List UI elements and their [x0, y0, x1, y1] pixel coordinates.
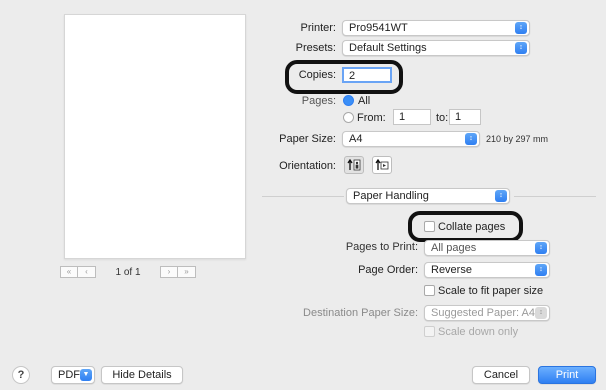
printer-popup[interactable]: Pro9541WT ↕ — [342, 20, 530, 36]
page-indicator: 1 of 1 — [115, 266, 141, 278]
orientation-label: Orientation: — [279, 160, 336, 172]
chevron-updown-icon: ↕ — [495, 190, 507, 202]
chevron-updown-icon: ↕ — [535, 264, 547, 276]
presets-label: Presets: — [295, 42, 336, 54]
pages-to-print-value: All pages — [431, 242, 477, 254]
printer-label: Printer: — [300, 22, 336, 34]
pages-all-label: All — [358, 95, 371, 107]
paper-size-value: A4 — [349, 133, 363, 145]
destination-paper-size-popup[interactable]: Suggested Paper: A4 ↕ — [424, 305, 550, 321]
chevron-updown-icon: ↕ — [465, 133, 477, 145]
chevron-down-icon: ▼ — [80, 369, 92, 381]
cancel-button[interactable]: Cancel — [472, 366, 530, 384]
presets-popup[interactable]: Default Settings ↕ — [342, 40, 530, 56]
scale-to-fit-checkbox[interactable] — [424, 285, 435, 296]
pages-to-label: to: — [436, 112, 449, 124]
divider-left — [262, 196, 344, 197]
pages-from-field[interactable]: 1 — [393, 109, 431, 125]
pages-to-print-popup[interactable]: All pages ↕ — [424, 240, 550, 256]
paper-size-popup[interactable]: A4 ↕ — [342, 131, 480, 147]
chevron-updown-icon: ↕ — [535, 307, 547, 319]
chevron-updown-icon: ↕ — [515, 42, 527, 54]
divider-right — [514, 196, 596, 197]
presets-value: Default Settings — [349, 42, 427, 54]
paper-size-label: Paper Size: — [279, 133, 336, 145]
section-popup[interactable]: Paper Handling ↕ — [346, 188, 510, 204]
chevron-updown-icon: ↕ — [515, 22, 527, 34]
pages-to-field[interactable]: 1 — [449, 109, 481, 125]
scale-to-fit-label: Scale to fit paper size — [438, 285, 544, 297]
help-button[interactable]: ? — [12, 366, 30, 384]
orientation-portrait-button[interactable] — [344, 156, 364, 174]
page-order-value: Reverse — [431, 264, 472, 276]
copies-highlight-annotation — [285, 60, 403, 94]
paper-dimensions: 210 by 297 mm — [486, 134, 549, 144]
chevron-updown-icon: ↕ — [535, 242, 547, 254]
page-preview — [64, 14, 246, 259]
first-page-button[interactable]: « — [60, 266, 78, 278]
next-page-button[interactable]: › — [160, 266, 178, 278]
pages-range-radio[interactable] — [343, 112, 354, 123]
print-button[interactable]: Print — [538, 366, 596, 384]
orientation-landscape-button[interactable] — [372, 156, 392, 174]
section-value: Paper Handling — [353, 190, 429, 202]
pages-all-radio[interactable] — [343, 95, 354, 106]
last-page-button[interactable]: » — [178, 266, 196, 278]
scale-down-only-label: Scale down only — [438, 326, 519, 338]
portrait-icon — [347, 159, 361, 171]
hide-details-button[interactable]: Hide Details — [101, 366, 183, 384]
destination-paper-size-value: Suggested Paper: A4 — [431, 307, 535, 319]
page-order-label: Page Order: — [358, 264, 418, 276]
pages-from-label: From: — [357, 112, 386, 124]
pages-to-print-label: Pages to Print: — [345, 241, 418, 253]
page-navigation: « ‹ 1 of 1 › » — [60, 265, 196, 279]
next-last-group: › » — [160, 266, 196, 278]
landscape-icon — [375, 159, 389, 170]
destination-paper-size-label: Destination Paper Size: — [303, 307, 418, 319]
collate-highlight-annotation — [408, 211, 523, 242]
scale-down-only-checkbox[interactable] — [424, 326, 435, 337]
first-prev-group: « ‹ — [60, 266, 96, 278]
printer-value: Pro9541WT — [349, 22, 408, 34]
previous-page-button[interactable]: ‹ — [78, 266, 96, 278]
pdf-label: PDF — [58, 369, 80, 381]
pages-label: Pages: — [301, 95, 336, 107]
page-order-popup[interactable]: Reverse ↕ — [424, 262, 550, 278]
pdf-menu-button[interactable]: PDF ▼ — [51, 366, 95, 384]
